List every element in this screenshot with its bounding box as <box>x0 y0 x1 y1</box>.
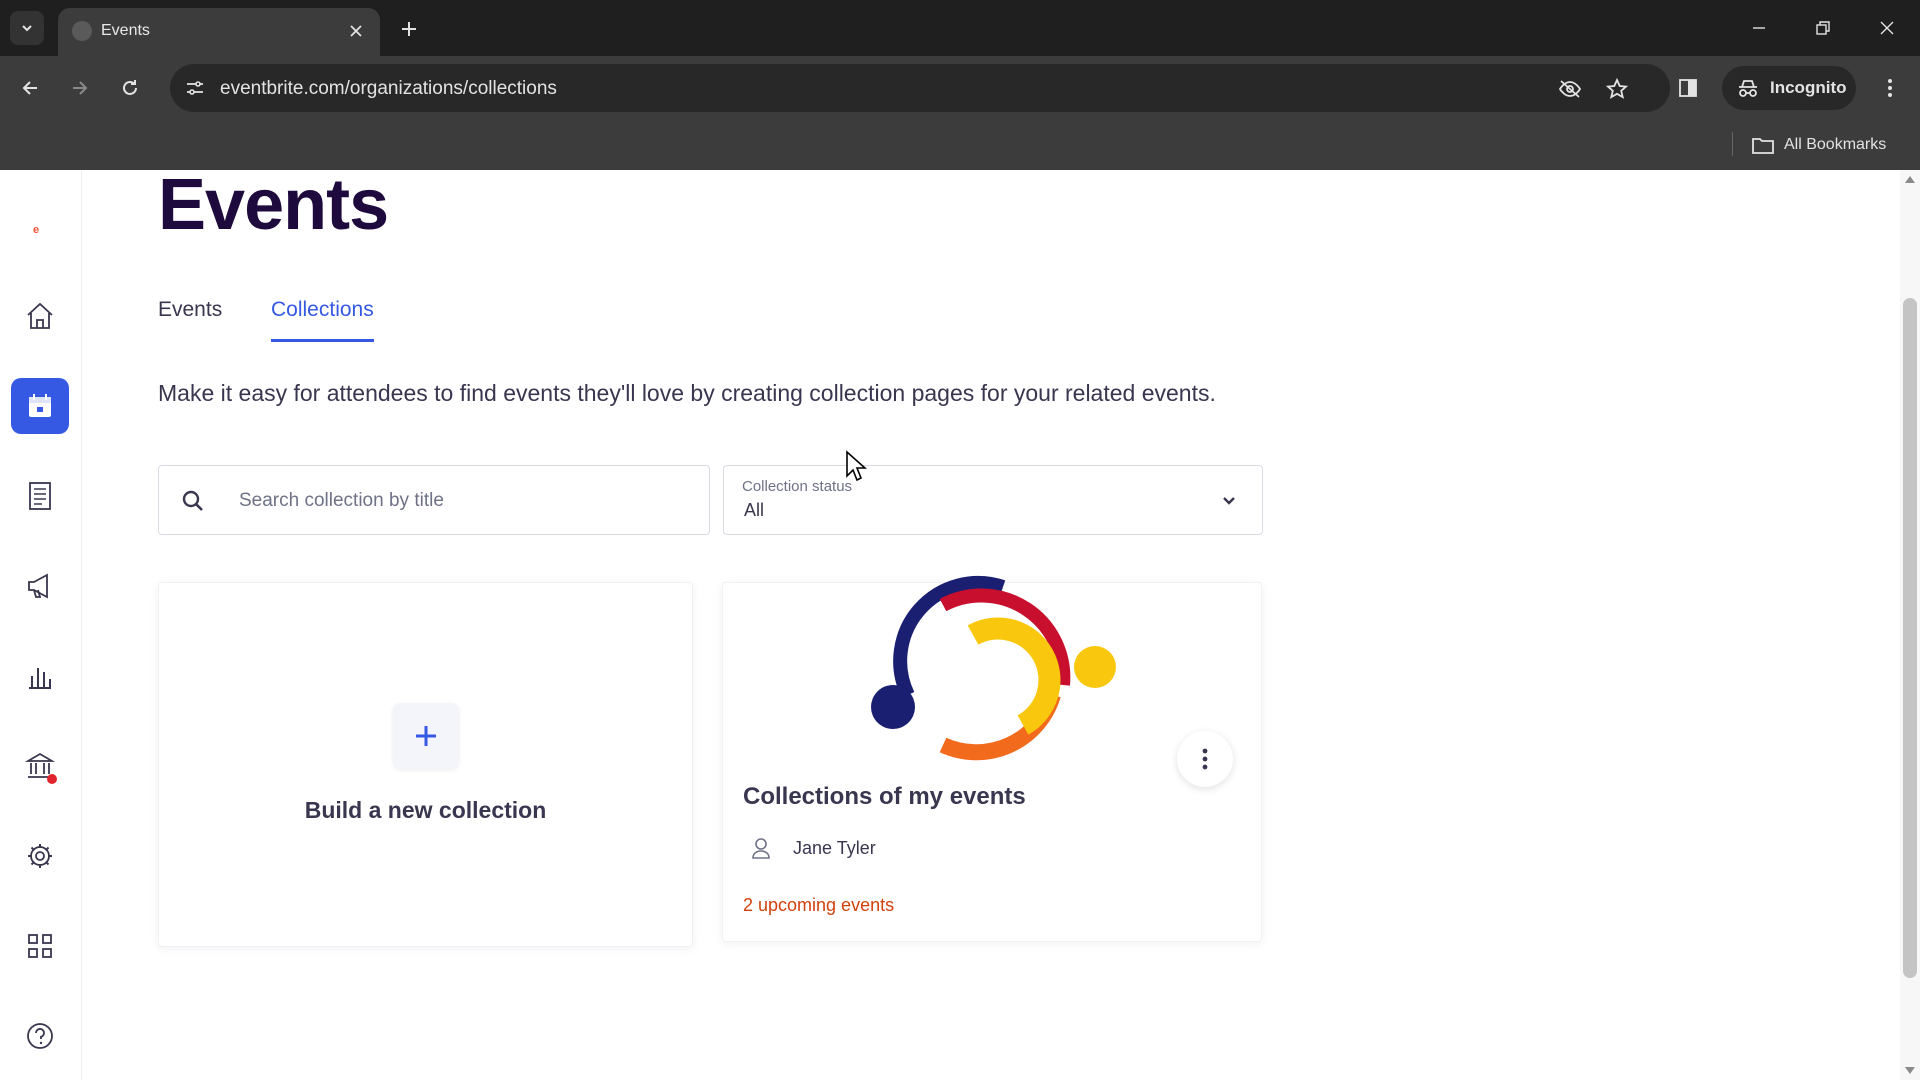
intro-text: Make it easy for attendees to find event… <box>158 380 1216 406</box>
tab-collections[interactable]: Collections <box>271 298 374 342</box>
owner-name: Jane Tyler <box>793 837 876 858</box>
tab-close-button[interactable] <box>344 19 368 43</box>
build-new-collection-card[interactable]: Build a new collection <box>158 582 693 947</box>
all-bookmarks-label: All Bookmarks <box>1784 136 1887 153</box>
notification-dot <box>47 774 57 784</box>
url-text: eventbrite.com/organizations/collections <box>220 78 557 99</box>
home-icon <box>27 302 53 329</box>
incognito-indicator[interactable]: Incognito <box>1722 66 1856 110</box>
side-panel-button[interactable] <box>1670 70 1706 106</box>
collection-status-select[interactable]: Collection status All <box>723 465 1263 535</box>
kebab-icon <box>1888 79 1892 97</box>
scroll-thumb[interactable] <box>1903 298 1917 978</box>
user-icon <box>752 838 770 859</box>
all-bookmarks-button[interactable]: All Bookmarks <box>1752 130 1886 160</box>
sidebar-item-marketing[interactable] <box>11 558 69 614</box>
grid-icon <box>28 934 52 958</box>
reload-button[interactable] <box>112 70 148 106</box>
build-new-collection-label: Build a new collection <box>304 797 547 823</box>
chevron-down-icon <box>22 25 32 32</box>
collection-owner: Jane Tyler <box>751 837 876 859</box>
plus-icon <box>416 726 436 746</box>
kebab-icon <box>1202 748 1208 770</box>
receipt-icon <box>29 482 51 510</box>
eye-off-icon[interactable] <box>1555 74 1585 104</box>
collection-logo-image <box>871 576 1116 761</box>
help-icon <box>27 1023 53 1049</box>
star-icon[interactable] <box>1602 74 1632 104</box>
main-content: Events Events Collections Make it easy f… <box>158 170 1878 1080</box>
page-viewport: e Events Events Collections Make it easy… <box>0 170 1920 1080</box>
megaphone-icon <box>28 573 48 599</box>
sidebar-item-orders[interactable] <box>11 468 69 524</box>
reload-icon <box>123 80 137 95</box>
sidebar: e <box>0 170 82 1080</box>
address-bar[interactable]: eventbrite.com/organizations/collections <box>170 64 1670 112</box>
tab-search-button[interactable] <box>10 11 44 45</box>
window-close-button[interactable] <box>1864 10 1910 46</box>
sidebar-item-events[interactable] <box>11 378 69 434</box>
plus-icon <box>402 22 416 36</box>
mouse-cursor <box>846 450 867 482</box>
minimize-icon <box>1753 27 1765 29</box>
globe-icon <box>72 21 92 41</box>
incognito-label: Incognito <box>1770 78 1847 97</box>
bar-chart-icon <box>29 668 51 689</box>
sidebar-item-apps[interactable] <box>11 918 69 974</box>
bookmarks-separator <box>1732 132 1733 156</box>
eventbrite-logo[interactable]: e <box>33 224 39 236</box>
sidebar-item-help[interactable] <box>11 1008 69 1064</box>
side-panel-icon <box>1679 79 1697 97</box>
incognito-icon <box>1739 80 1757 97</box>
browser-tab-strip: Events <box>0 0 1920 56</box>
collection-title[interactable]: Collections of my events <box>743 783 1026 811</box>
minimize-button[interactable] <box>1736 10 1782 46</box>
collection-status-value: All <box>744 500 765 520</box>
site-info-icon[interactable] <box>182 76 208 100</box>
sidebar-item-home[interactable] <box>11 288 69 344</box>
new-tab-button[interactable] <box>392 12 426 46</box>
upcoming-events-count: 2 upcoming events <box>743 895 895 915</box>
add-collection-button[interactable] <box>393 703 459 769</box>
sidebar-item-finance[interactable] <box>11 738 69 794</box>
forward-button[interactable] <box>62 70 98 106</box>
chevron-down-icon <box>1223 497 1235 505</box>
search-input[interactable] <box>239 482 689 520</box>
calendar-icon <box>29 394 51 417</box>
browser-tab-title: Events <box>101 22 150 39</box>
page-title: Events <box>158 170 389 245</box>
sidebar-item-reporting[interactable] <box>11 648 69 704</box>
arrow-left-icon <box>22 81 37 95</box>
page-scrollbar[interactable] <box>1900 170 1920 1080</box>
collection-status-label: Collection status <box>742 478 853 495</box>
search-box <box>158 465 710 535</box>
back-button[interactable] <box>12 70 48 106</box>
scroll-down-arrow[interactable] <box>1905 1067 1915 1074</box>
close-icon <box>1880 21 1894 35</box>
scroll-up-arrow[interactable] <box>1905 176 1915 183</box>
gear-icon <box>28 844 52 868</box>
close-icon <box>350 25 362 37</box>
browser-tab[interactable]: Events <box>58 8 380 56</box>
collection-options-button[interactable] <box>1177 731 1233 787</box>
restore-icon <box>1816 21 1830 35</box>
arrow-right-icon <box>73 81 88 95</box>
restore-button[interactable] <box>1800 10 1846 46</box>
browser-toolbar: eventbrite.com/organizations/collections… <box>0 56 1920 120</box>
sidebar-item-settings[interactable] <box>11 828 69 884</box>
tab-events[interactable]: Events <box>158 298 222 342</box>
browser-menu-button[interactable] <box>1872 70 1908 106</box>
collection-card[interactable]: Collections of my events Jane Tyler 2 up… <box>722 576 1262 942</box>
folder-icon <box>1752 138 1774 154</box>
search-icon <box>182 490 203 511</box>
bookmarks-bar: All Bookmarks <box>0 120 1920 170</box>
